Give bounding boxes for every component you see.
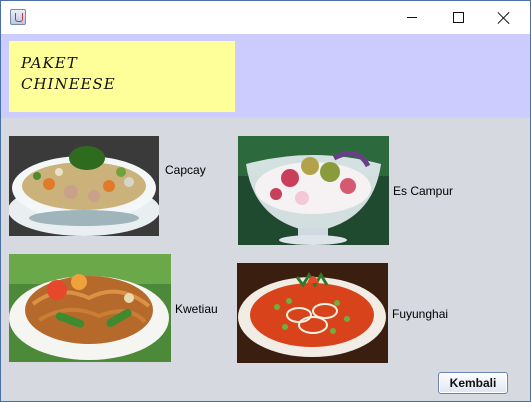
title-bar[interactable] — [1, 1, 530, 34]
header-panel: PAKET CHINEESE — [1, 34, 530, 118]
kwetiau-label: Kwetiau — [175, 302, 218, 316]
kembali-button[interactable]: Kembali — [438, 372, 508, 394]
fuyunghai-photo — [237, 263, 388, 363]
minimize-button[interactable] — [389, 1, 435, 34]
fuyunghai-label: Fuyunghai — [392, 307, 449, 321]
maximize-button[interactable] — [435, 1, 481, 34]
banner-line-1: PAKET — [21, 54, 78, 72]
kwetiau-photo — [9, 254, 171, 362]
es-campur-label: Es Campur — [393, 184, 454, 198]
close-button[interactable] — [481, 1, 527, 34]
capcay-label: Capcay — [165, 163, 206, 177]
java-app-icon — [10, 9, 26, 25]
package-banner: PAKET CHINEESE — [9, 41, 235, 112]
maximize-icon — [452, 12, 464, 23]
close-icon — [497, 11, 511, 25]
app-window: PAKET CHINEESE Capcay Es Campur Kwetiau … — [0, 0, 531, 402]
es-campur-photo — [238, 136, 389, 245]
capcay-photo — [9, 136, 159, 236]
banner-line-2: CHINEESE — [21, 75, 116, 93]
minimize-icon — [407, 17, 417, 18]
